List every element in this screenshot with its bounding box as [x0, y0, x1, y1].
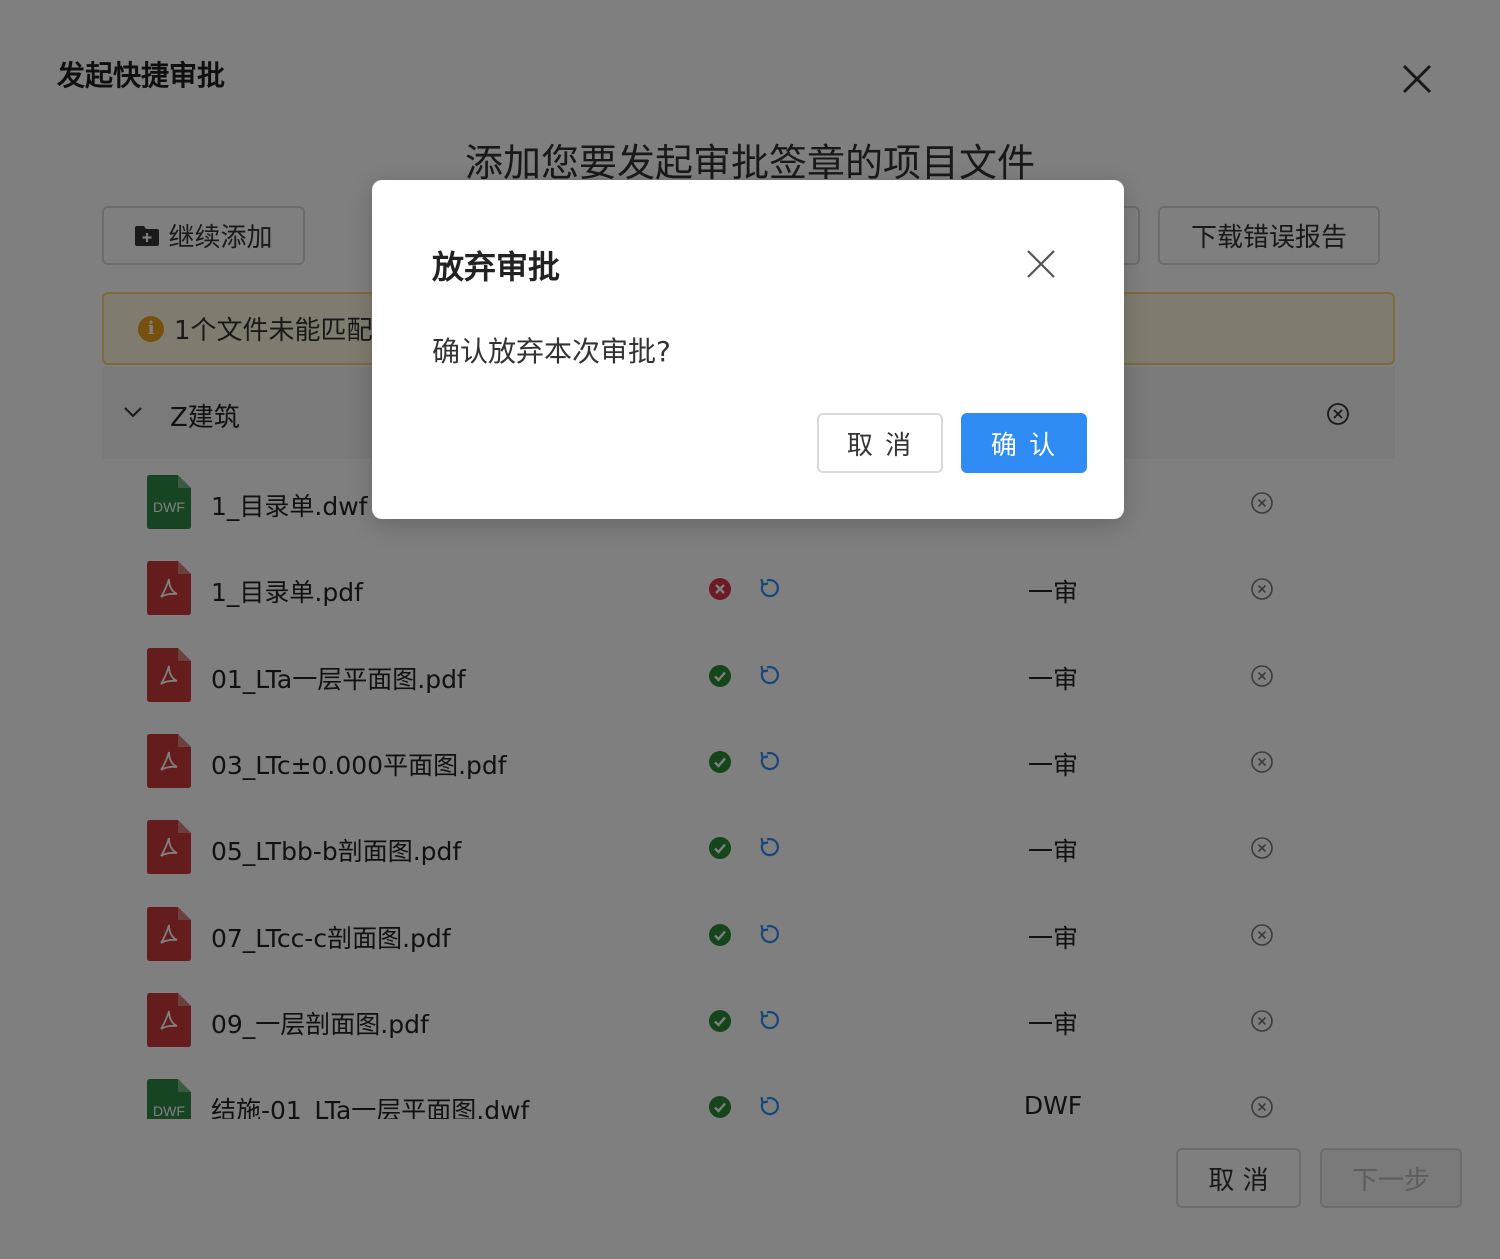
abandon-approval-dialog: 放弃审批 确认放弃本次审批? 取 消 确 认: [372, 180, 1124, 519]
dialog-title: 放弃审批: [432, 248, 561, 286]
dialog-confirm-button[interactable]: 确 认: [961, 413, 1087, 473]
dialog-close-icon[interactable]: [1025, 248, 1057, 280]
dialog-message: 确认放弃本次审批?: [432, 335, 671, 368]
dialog-cancel-button[interactable]: 取 消: [817, 413, 943, 473]
